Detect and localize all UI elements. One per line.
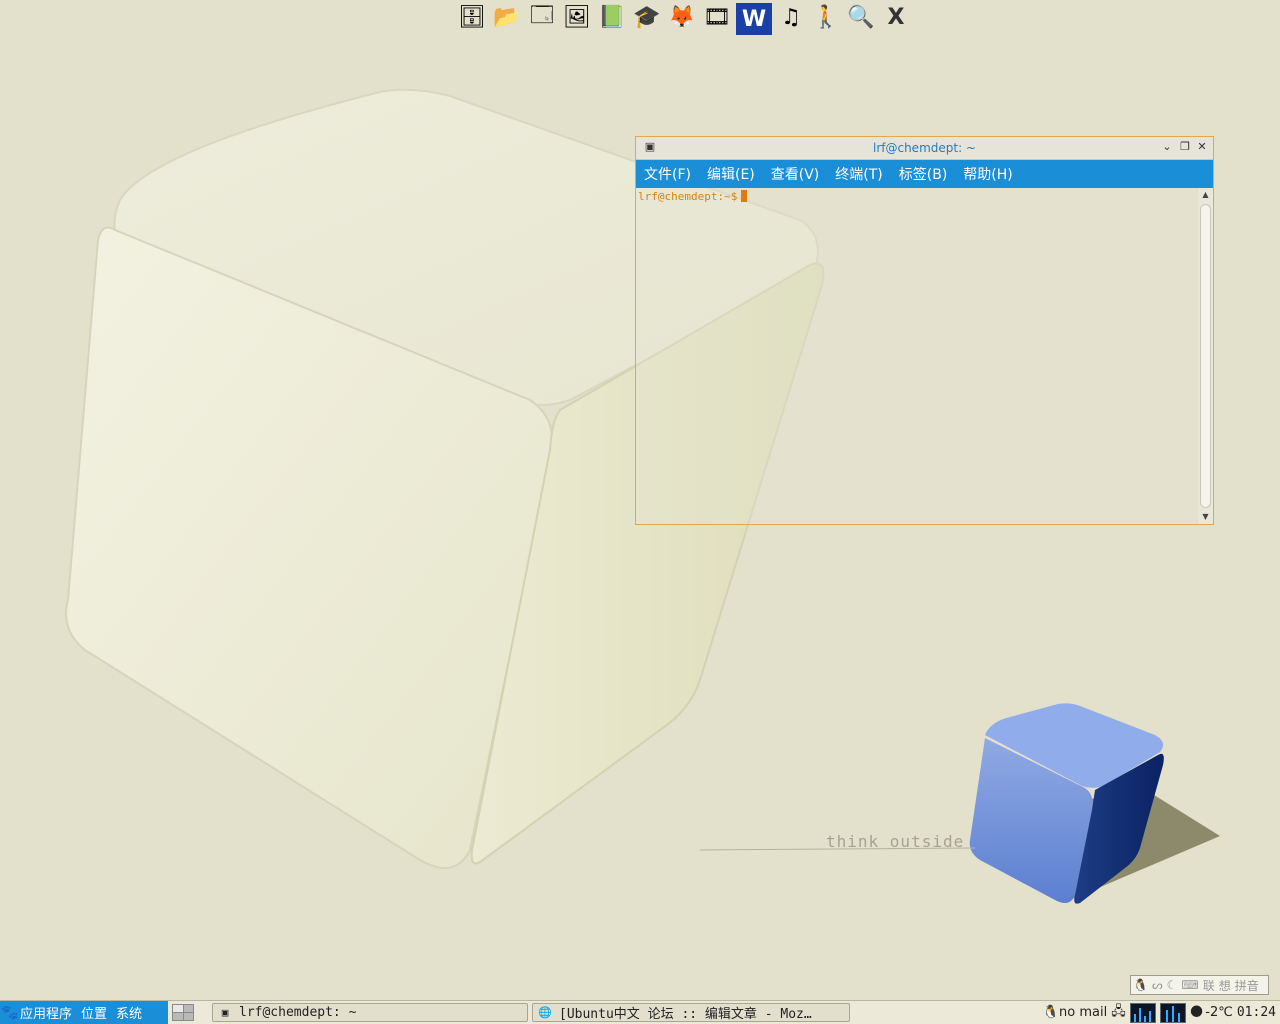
menu-tabs[interactable]: 标签(B): [899, 164, 948, 184]
scroll-up-icon[interactable]: ▲: [1198, 188, 1213, 202]
menu-file[interactable]: 文件(F): [644, 164, 691, 184]
system-tray: 🐧 no mail 🖧 🌑 -2℃ 01:24: [1039, 1001, 1280, 1024]
launcher-dock: 🗄 📂 🗔 🖼 📗 🎓 🦊 🎞 W ♫ 🚶 🔍 X: [456, 0, 912, 36]
file-manager-icon[interactable]: 📂: [491, 0, 523, 34]
mail-penguin-icon[interactable]: 🐧: [1043, 1005, 1059, 1020]
menu-system[interactable]: 系统: [116, 1003, 142, 1022]
menu-edit[interactable]: 编辑(E): [707, 164, 755, 184]
taskbar-item-browser[interactable]: 🌐 [Ubuntu中文 论坛 :: 编辑文章 - Moz…: [532, 1003, 850, 1022]
workspace-4[interactable]: [183, 1013, 193, 1020]
terminal-output[interactable]: lrf@chemdept:~$: [636, 188, 1197, 524]
text-cursor: [741, 190, 748, 202]
wallpaper-tagline: think outside: [826, 832, 965, 851]
gimp-icon[interactable]: 🦊: [666, 0, 698, 34]
scroll-down-icon[interactable]: ▼: [1198, 510, 1213, 524]
shade-icon[interactable]: ⌄: [1159, 140, 1175, 154]
ime-mode-icon[interactable]: ᔕ: [1150, 978, 1165, 992]
menu-applications[interactable]: 应用程序: [20, 1003, 72, 1022]
main-menu-bar: 🐾 应用程序 位置 系统: [0, 1001, 168, 1024]
workspace-2[interactable]: [183, 1005, 193, 1012]
photo-viewer-icon[interactable]: 🖼: [561, 0, 593, 34]
messenger-icon[interactable]: 🚶: [810, 0, 842, 34]
menu-view[interactable]: 查看(V): [771, 164, 820, 184]
ime-status-bar[interactable]: 🐧 ᔕ ☾ ⌨ 联 想 拼音: [1130, 975, 1269, 995]
workspace-1[interactable]: [173, 1005, 183, 1012]
task-label: [Ubuntu中文 论坛 :: 编辑文章 - Moz…: [559, 1007, 812, 1022]
taskbar-item-terminal[interactable]: ▣ lrf@chemdept: ~: [212, 1003, 528, 1022]
clock[interactable]: 01:24: [1237, 1005, 1276, 1020]
workspace-switcher[interactable]: [172, 1004, 194, 1021]
maximize-icon[interactable]: ❐: [1177, 140, 1193, 154]
terminal-icon: ▣: [221, 1006, 229, 1019]
weather-icon[interactable]: 🌑: [1190, 1005, 1204, 1020]
network-icon[interactable]: 🖧: [1111, 1002, 1126, 1024]
x-app-icon[interactable]: X: [880, 0, 912, 34]
video-film-icon[interactable]: 🎞: [701, 0, 733, 34]
scrollbar-thumb[interactable]: [1200, 204, 1211, 508]
workspace-3[interactable]: [173, 1013, 183, 1020]
ime-keyboard-icon[interactable]: ⌨: [1179, 978, 1200, 992]
weather-temperature[interactable]: -2℃: [1205, 1005, 1233, 1020]
menu-places[interactable]: 位置: [81, 1003, 107, 1022]
cpu-monitor-icon[interactable]: [1129, 1002, 1156, 1023]
mail-status[interactable]: no mail: [1059, 1005, 1107, 1020]
browser-globe-icon: 🌐: [538, 1006, 552, 1019]
archive-icon[interactable]: 🗄: [456, 0, 488, 34]
shell-prompt: lrf@chemdept:~$: [638, 190, 738, 203]
gnome-foot-icon[interactable]: 🐾: [0, 1005, 20, 1021]
close-icon[interactable]: ✕: [1194, 140, 1210, 154]
terminal-window[interactable]: ▣ lrf@chemdept: ~ ⌄ ❐ ✕ 文件(F) 编辑(E) 查看(V…: [635, 136, 1214, 525]
terminal-titlebar[interactable]: ▣ lrf@chemdept: ~ ⌄ ❐ ✕: [636, 137, 1213, 160]
ime-label-pinyin: 拼音: [1234, 978, 1259, 993]
word-processor-icon[interactable]: W: [736, 3, 772, 35]
terminal-search-icon[interactable]: 🔍: [845, 0, 877, 34]
music-player-icon[interactable]: ♫: [775, 0, 807, 34]
terminal-scrollbar[interactable]: ▲ ▼: [1197, 188, 1213, 524]
menu-terminal[interactable]: 终端(T): [835, 164, 882, 184]
education-icon[interactable]: 🎓: [631, 0, 663, 34]
window-icon[interactable]: 🗔: [526, 0, 558, 34]
ime-label-xiang: 想: [1218, 978, 1231, 993]
penguin-icon[interactable]: 🐧: [1131, 978, 1150, 992]
terminal-title: lrf@chemdept: ~: [872, 141, 976, 155]
menu-help[interactable]: 帮助(H): [963, 164, 1012, 184]
ime-label-lian: 联: [1202, 978, 1215, 993]
ime-moon-icon[interactable]: ☾: [1165, 978, 1180, 992]
dictionary-icon[interactable]: 📗: [596, 0, 628, 34]
terminal-menubar: 文件(F) 编辑(E) 查看(V) 终端(T) 标签(B) 帮助(H): [636, 160, 1213, 188]
memory-monitor-icon[interactable]: [1159, 1002, 1186, 1023]
task-label: lrf@chemdept: ~: [239, 1005, 357, 1020]
bottom-panel: 🐾 应用程序 位置 系统 ▣ lrf@chemdept: ~ 🌐 [Ubuntu…: [0, 1000, 1280, 1024]
